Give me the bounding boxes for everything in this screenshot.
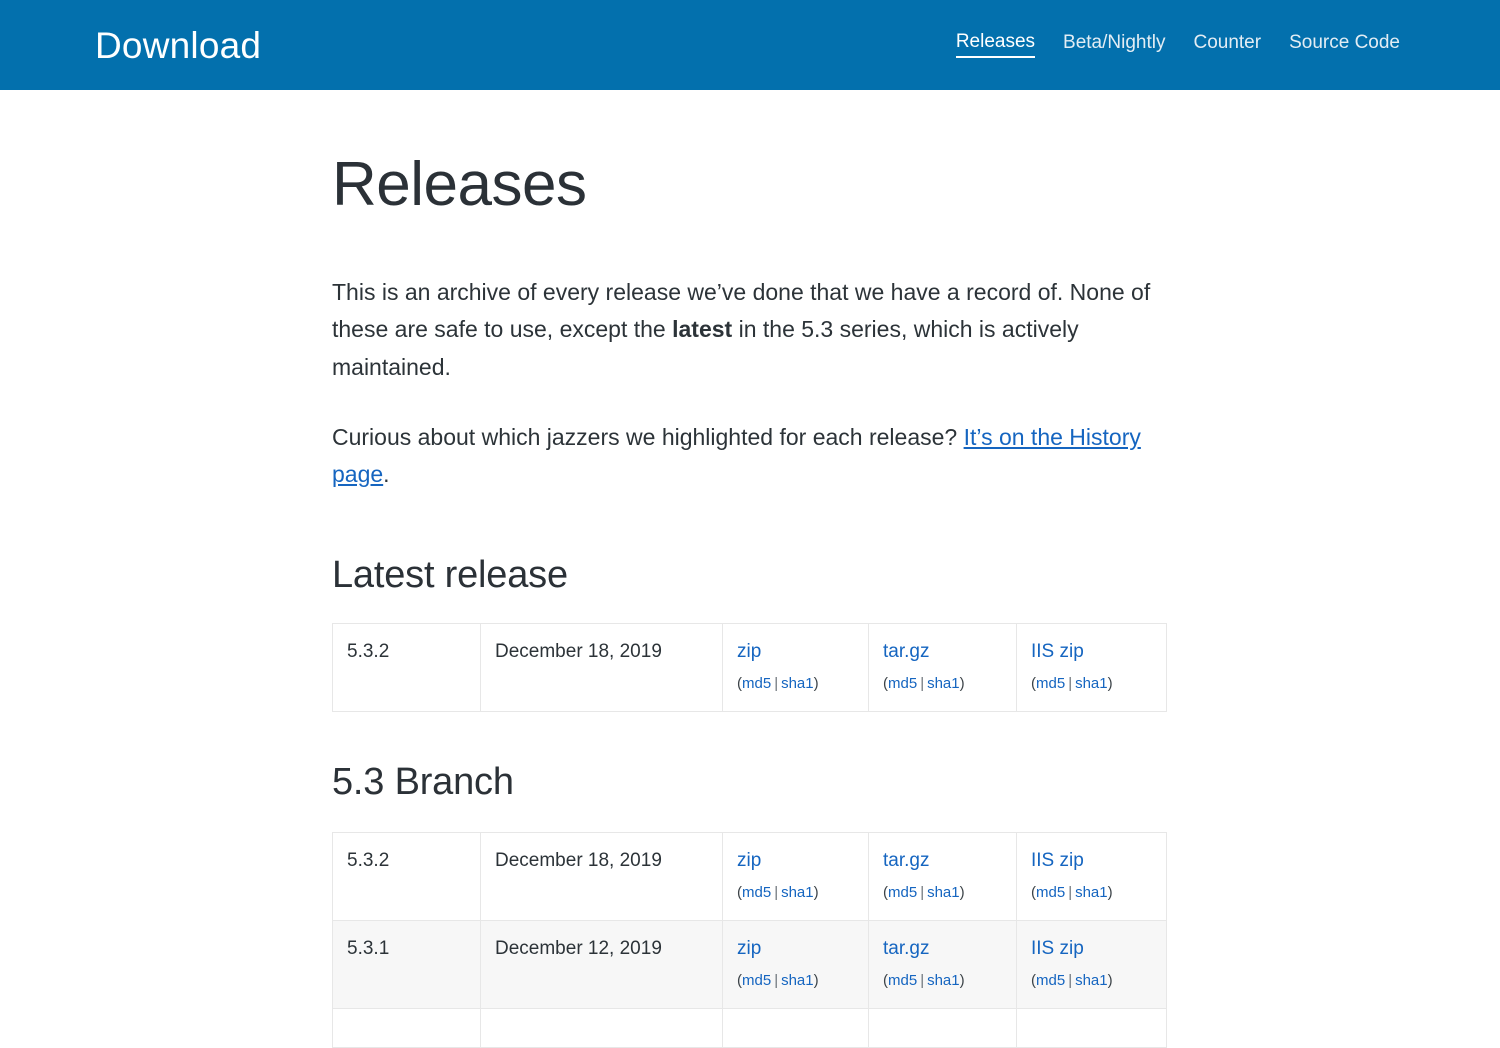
nav-item-counter[interactable]: Counter bbox=[1193, 33, 1261, 57]
cell-iis-zip: IIS zip (md5|sha1) bbox=[1017, 832, 1167, 920]
cell-zip: zip (md5|sha1) bbox=[723, 920, 869, 1008]
paren-close: ) bbox=[1108, 972, 1113, 989]
iis-zip-download-link[interactable]: IIS zip bbox=[1031, 851, 1152, 870]
zip-md5-link[interactable]: md5 bbox=[742, 972, 771, 989]
table-row: 5.3.2 December 18, 2019 zip (md5|sha1) t… bbox=[333, 624, 1167, 712]
cell-iis-zip bbox=[1017, 1008, 1167, 1047]
zip-hash-line: (md5|sha1) bbox=[737, 885, 854, 900]
targz-hash-line: (md5|sha1) bbox=[883, 676, 1002, 691]
iis-zip-hash-line: (md5|sha1) bbox=[1031, 676, 1152, 691]
cell-version bbox=[333, 1008, 481, 1047]
nav-item-beta-nightly[interactable]: Beta/Nightly bbox=[1063, 33, 1165, 57]
iis-zip-sha1-link[interactable]: sha1 bbox=[1075, 675, 1108, 692]
hash-separator: | bbox=[917, 972, 927, 989]
latest-release-table: 5.3.2 December 18, 2019 zip (md5|sha1) t… bbox=[332, 623, 1167, 712]
zip-sha1-link[interactable]: sha1 bbox=[781, 972, 814, 989]
cell-version: 5.3.2 bbox=[333, 624, 481, 712]
targz-md5-link[interactable]: md5 bbox=[888, 972, 917, 989]
zip-sha1-link[interactable]: sha1 bbox=[781, 675, 814, 692]
cell-date bbox=[481, 1008, 723, 1047]
nav-item-releases[interactable]: Releases bbox=[956, 32, 1035, 58]
cell-targz bbox=[869, 1008, 1017, 1047]
table-row: 5.3.2 December 18, 2019 zip (md5|sha1) t… bbox=[333, 832, 1167, 920]
cell-date: December 18, 2019 bbox=[481, 832, 723, 920]
targz-sha1-link[interactable]: sha1 bbox=[927, 884, 960, 901]
hash-separator: | bbox=[917, 675, 927, 692]
paren-close: ) bbox=[960, 884, 965, 901]
cell-version: 5.3.2 bbox=[333, 832, 481, 920]
targz-sha1-link[interactable]: sha1 bbox=[927, 972, 960, 989]
targz-download-link[interactable]: tar.gz bbox=[883, 939, 1002, 958]
paren-close: ) bbox=[814, 972, 819, 989]
intro-paragraph: This is an archive of every release we’v… bbox=[332, 217, 1164, 386]
cell-date: December 18, 2019 bbox=[481, 624, 723, 712]
table-row bbox=[333, 1008, 1167, 1047]
zip-sha1-link[interactable]: sha1 bbox=[781, 884, 814, 901]
cell-zip: zip (md5|sha1) bbox=[723, 832, 869, 920]
hash-separator: | bbox=[771, 675, 781, 692]
iis-zip-hash-line: (md5|sha1) bbox=[1031, 885, 1152, 900]
main-content: Releases This is an archive of every rel… bbox=[0, 90, 1500, 1048]
cell-zip: zip (md5|sha1) bbox=[723, 624, 869, 712]
iis-zip-download-link[interactable]: IIS zip bbox=[1031, 642, 1152, 661]
cell-targz: tar.gz (md5|sha1) bbox=[869, 832, 1017, 920]
iis-zip-md5-link[interactable]: md5 bbox=[1036, 884, 1065, 901]
hash-separator: | bbox=[1065, 675, 1075, 692]
paren-close: ) bbox=[1108, 884, 1113, 901]
paren-close: ) bbox=[960, 972, 965, 989]
targz-md5-link[interactable]: md5 bbox=[888, 884, 917, 901]
zip-download-link[interactable]: zip bbox=[737, 851, 854, 870]
zip-md5-link[interactable]: md5 bbox=[742, 884, 771, 901]
nav-item-source-code[interactable]: Source Code bbox=[1289, 33, 1400, 57]
zip-download-link[interactable]: zip bbox=[737, 939, 854, 958]
paren-close: ) bbox=[814, 675, 819, 692]
site-header: Download Releases Beta/Nightly Counter S… bbox=[0, 0, 1500, 90]
history-paragraph: Curious about which jazzers we highlight… bbox=[332, 386, 1164, 494]
cell-version: 5.3.1 bbox=[333, 920, 481, 1008]
iis-zip-sha1-link[interactable]: sha1 bbox=[1075, 884, 1108, 901]
table-row: 5.3.1 December 12, 2019 zip (md5|sha1) t… bbox=[333, 920, 1167, 1008]
iis-zip-download-link[interactable]: IIS zip bbox=[1031, 939, 1152, 958]
iis-zip-sha1-link[interactable]: sha1 bbox=[1075, 972, 1108, 989]
main-nav: Releases Beta/Nightly Counter Source Cod… bbox=[956, 32, 1405, 58]
targz-md5-link[interactable]: md5 bbox=[888, 675, 917, 692]
hash-separator: | bbox=[1065, 972, 1075, 989]
cell-date: December 12, 2019 bbox=[481, 920, 723, 1008]
zip-md5-link[interactable]: md5 bbox=[742, 675, 771, 692]
branch-53-table: 5.3.2 December 18, 2019 zip (md5|sha1) t… bbox=[332, 832, 1167, 1048]
iis-zip-md5-link[interactable]: md5 bbox=[1036, 972, 1065, 989]
iis-zip-hash-line: (md5|sha1) bbox=[1031, 973, 1152, 988]
history-text-part-1: Curious about which jazzers we highlight… bbox=[332, 424, 964, 450]
cell-targz: tar.gz (md5|sha1) bbox=[869, 624, 1017, 712]
content-column: Releases This is an archive of every rel… bbox=[332, 90, 1172, 1048]
targz-hash-line: (md5|sha1) bbox=[883, 885, 1002, 900]
iis-zip-md5-link[interactable]: md5 bbox=[1036, 675, 1065, 692]
targz-sha1-link[interactable]: sha1 bbox=[927, 675, 960, 692]
history-text-part-2: . bbox=[383, 461, 389, 487]
targz-hash-line: (md5|sha1) bbox=[883, 973, 1002, 988]
cell-iis-zip: IIS zip (md5|sha1) bbox=[1017, 920, 1167, 1008]
targz-download-link[interactable]: tar.gz bbox=[883, 642, 1002, 661]
section-title-53-branch: 5.3 Branch bbox=[332, 712, 1172, 804]
site-logo[interactable]: Download bbox=[95, 27, 261, 64]
zip-download-link[interactable]: zip bbox=[737, 642, 854, 661]
intro-text-bold: latest bbox=[672, 316, 732, 342]
hash-separator: | bbox=[917, 884, 927, 901]
section-title-latest-release: Latest release bbox=[332, 493, 1172, 597]
paren-close: ) bbox=[1108, 675, 1113, 692]
paren-close: ) bbox=[960, 675, 965, 692]
hash-separator: | bbox=[771, 884, 781, 901]
paren-close: ) bbox=[814, 884, 819, 901]
zip-hash-line: (md5|sha1) bbox=[737, 973, 854, 988]
zip-hash-line: (md5|sha1) bbox=[737, 676, 854, 691]
cell-iis-zip: IIS zip (md5|sha1) bbox=[1017, 624, 1167, 712]
cell-targz: tar.gz (md5|sha1) bbox=[869, 920, 1017, 1008]
page-title: Releases bbox=[332, 90, 1172, 217]
hash-separator: | bbox=[1065, 884, 1075, 901]
cell-zip bbox=[723, 1008, 869, 1047]
hash-separator: | bbox=[771, 972, 781, 989]
targz-download-link[interactable]: tar.gz bbox=[883, 851, 1002, 870]
